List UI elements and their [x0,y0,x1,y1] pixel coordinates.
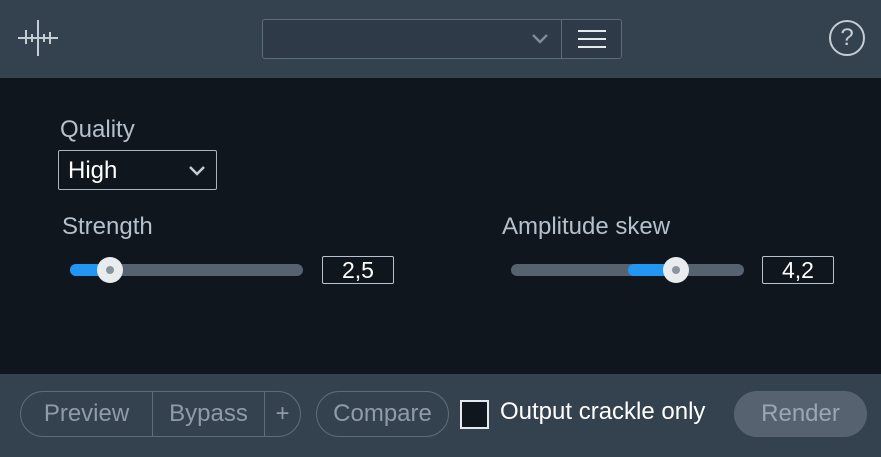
question-mark-icon[interactable]: ? [829,20,865,56]
preview-button[interactable]: Preview [21,392,152,436]
bypass-button[interactable]: Bypass [153,392,264,436]
preset-dropdown[interactable] [262,19,622,59]
hamburger-menu-icon[interactable] [562,20,621,58]
strength-slider[interactable] [70,257,303,283]
quality-value: High [68,157,118,184]
amplitude-skew-slider-thumb[interactable] [663,257,690,283]
amplitude-skew-label: Amplitude skew [502,213,671,240]
footer-bar: Preview Bypass + Compare Output crackle … [0,374,881,457]
add-button[interactable]: + [265,392,300,436]
compare-button[interactable]: Compare [316,391,449,437]
quality-select[interactable]: High [58,150,217,190]
output-crackle-only-checkbox[interactable] [460,400,489,429]
header-bar: ? [0,0,881,78]
waveform-logo-icon [18,20,58,56]
quality-label: Quality [60,116,135,143]
strength-value-field[interactable]: 2,5 [322,256,394,284]
render-button[interactable]: Render [734,391,867,437]
chevron-down-icon [189,166,205,176]
amplitude-skew-slider[interactable] [511,257,744,283]
chevron-down-icon[interactable] [531,32,549,46]
output-crackle-only-label[interactable]: Output crackle only [500,398,705,426]
strength-slider-thumb[interactable] [96,257,123,283]
strength-label: Strength [62,213,153,240]
preview-bypass-group: Preview Bypass + [20,391,301,437]
amplitude-skew-value-field[interactable]: 4,2 [762,256,834,284]
